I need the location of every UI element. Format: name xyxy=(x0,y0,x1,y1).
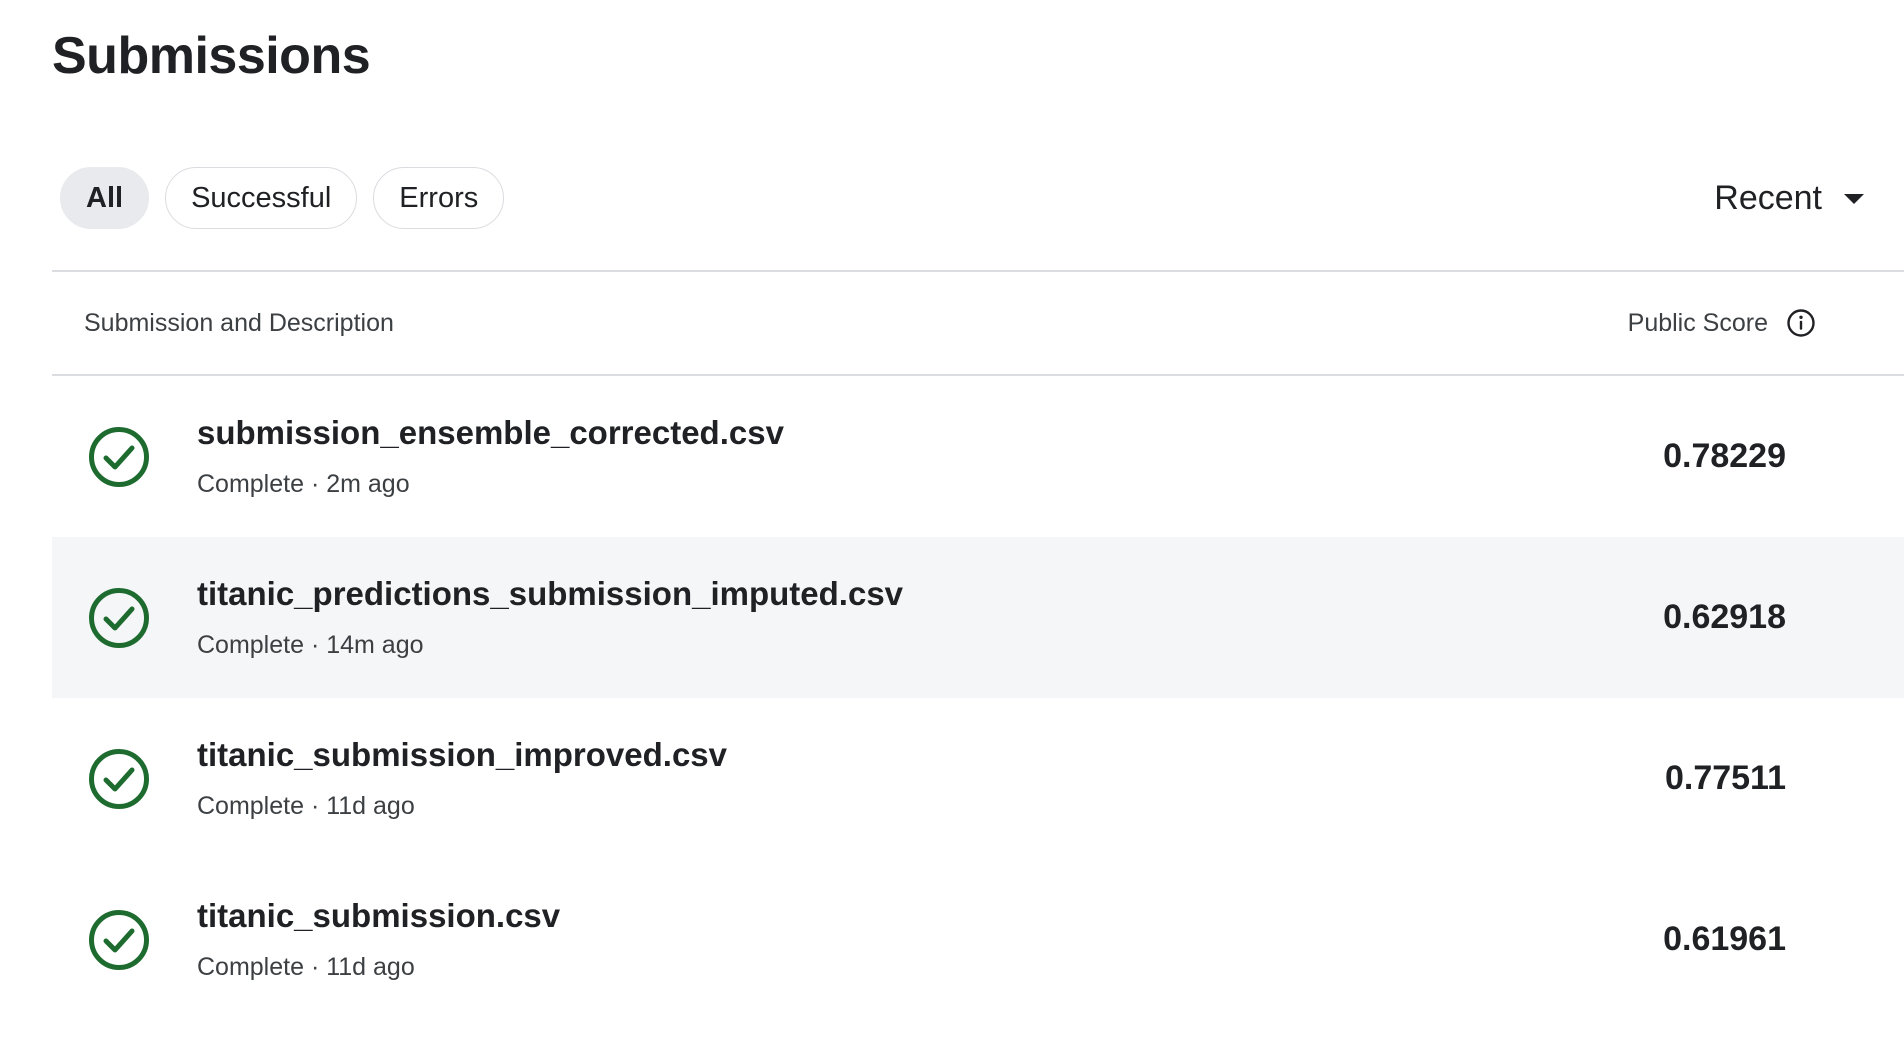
submissions-page: Submissions All Successful Errors Recent… xyxy=(0,0,1904,1038)
filter-errors-chip[interactable]: Errors xyxy=(373,167,505,229)
public-score: 0.78229 xyxy=(1663,437,1786,475)
submission-name[interactable]: submission_ensemble_corrected.csv xyxy=(197,414,784,452)
table-row[interactable]: titanic_submission_improved.csv Complete… xyxy=(52,698,1904,859)
submission-status: Complete · 11d ago xyxy=(197,953,415,981)
filter-all-chip[interactable]: All xyxy=(60,167,150,229)
table-row[interactable]: submission_ensemble_corrected.csv Comple… xyxy=(52,376,1904,537)
submission-status: Complete · 14m ago xyxy=(197,631,424,659)
success-check-icon xyxy=(89,587,149,648)
public-score: 0.77511 xyxy=(1664,759,1786,797)
table-row[interactable]: titanic_predictions_submission_imputed.c… xyxy=(52,537,1904,698)
success-check-icon xyxy=(89,909,149,970)
column-header-score: Public Score xyxy=(1628,272,1816,374)
public-score: 0.61961 xyxy=(1663,920,1786,958)
submission-name[interactable]: titanic_predictions_submission_imputed.c… xyxy=(197,575,903,613)
success-check-icon xyxy=(89,426,149,487)
column-header-score-label: Public Score xyxy=(1627,308,1768,337)
submission-status: Complete · 2m ago xyxy=(197,470,410,498)
submission-name[interactable]: titanic_submission.csv xyxy=(197,897,560,935)
table-header: Submission and Description Public Score xyxy=(52,270,1904,376)
sort-label: Recent xyxy=(1714,178,1822,217)
success-check-icon xyxy=(89,748,149,809)
submission-name[interactable]: titanic_submission_improved.csv xyxy=(197,736,727,774)
caret-down-icon xyxy=(1844,194,1864,204)
submissions-table: Submission and Description Public Score … xyxy=(52,270,1904,1020)
filter-successful-chip[interactable]: Successful xyxy=(165,167,358,229)
column-header-submission: Submission and Description xyxy=(84,309,394,337)
table-row[interactable]: titanic_submission.csv Complete · 11d ag… xyxy=(52,859,1904,1020)
public-score: 0.62918 xyxy=(1663,598,1786,636)
info-icon[interactable] xyxy=(1786,308,1816,338)
submission-status: Complete · 11d ago xyxy=(197,792,415,820)
page-title: Submissions xyxy=(52,27,371,85)
filter-chips: All Successful Errors xyxy=(60,167,505,229)
sort-dropdown[interactable]: Recent xyxy=(1714,167,1864,229)
